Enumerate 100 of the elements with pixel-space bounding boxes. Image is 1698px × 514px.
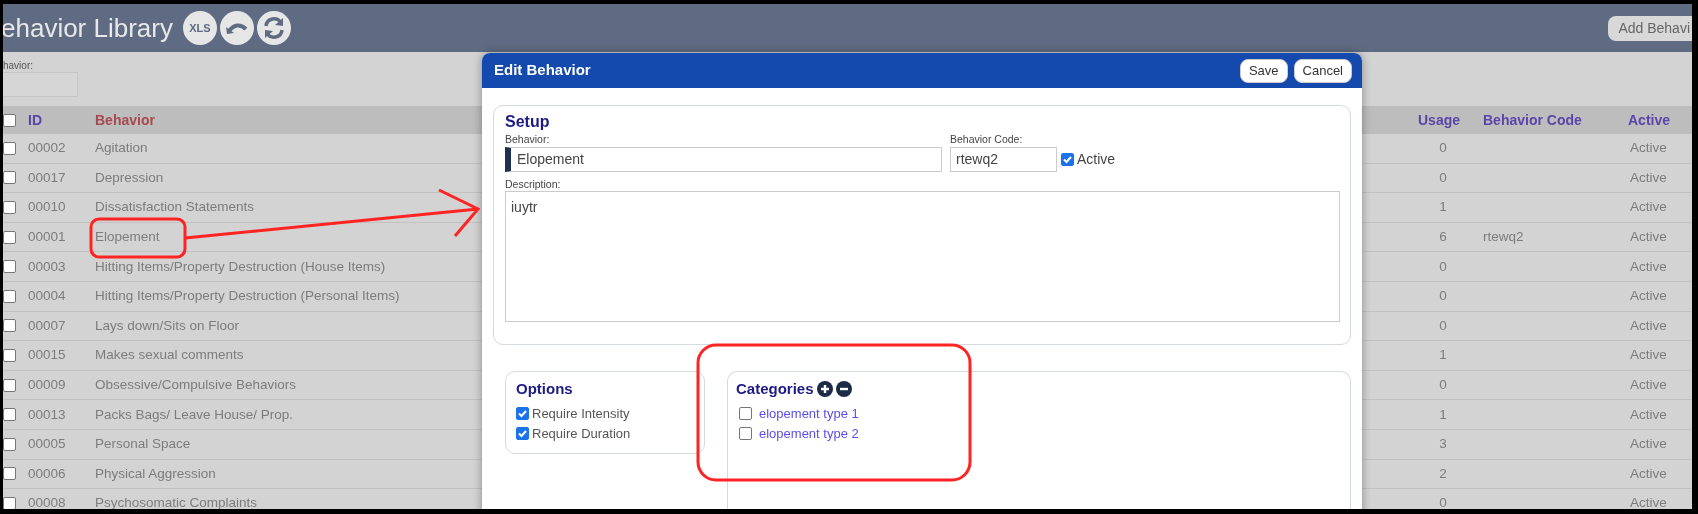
- table-cell-text: Active: [1630, 198, 1667, 217]
- table-cell-text: 00013: [28, 405, 66, 424]
- add-button[interactable]: [816, 381, 833, 398]
- table-cell-text: 00004: [28, 287, 66, 306]
- category-link[interactable]: elopement type 1: [759, 403, 859, 424]
- table-cell-text: 00008: [28, 494, 66, 509]
- table-cell-text: Personal Space: [95, 435, 191, 454]
- table-cell-text: Active: [1630, 227, 1667, 246]
- table-cell-text: Active: [1630, 257, 1667, 276]
- field-label: Description:: [505, 177, 562, 191]
- remove-button[interactable]: [835, 381, 852, 398]
- checkbox[interactable]: [3, 496, 16, 509]
- code-field[interactable]: rtewq2: [950, 147, 1057, 172]
- checkbox[interactable]: [3, 289, 16, 303]
- table-cell-text: 00001: [28, 227, 66, 246]
- table-cell-text: Agitation: [95, 139, 148, 158]
- table-cell-text: Hitting Items/Property Destruction (House Items): [95, 257, 386, 276]
- checkbox-label: Require Duration: [532, 424, 631, 443]
- table-cell-text: 3: [1439, 435, 1447, 454]
- checkbox[interactable]: [739, 427, 752, 440]
- table-cell-text: 0: [1439, 375, 1447, 394]
- minus-icon: [838, 387, 849, 392]
- checkbox[interactable]: [3, 348, 16, 362]
- table-cell-text: Makes sexual comments: [95, 346, 244, 365]
- checkbox[interactable]: [1061, 153, 1074, 166]
- table-cell-text: 1: [1439, 405, 1447, 424]
- refresh-button[interactable]: [257, 11, 291, 45]
- table-cell-text: 0: [1439, 168, 1447, 187]
- checkbox[interactable]: [3, 378, 16, 392]
- plus-icon: [819, 384, 830, 395]
- save-button[interactable]: Save: [1239, 58, 1288, 83]
- table-cell-text: 00005: [28, 435, 66, 454]
- table-cell-text: Active: [1630, 405, 1667, 424]
- table-cell-text: 1: [1439, 346, 1447, 365]
- table-cell-text: Active: [1630, 346, 1667, 365]
- checkbox-label: Require Intensity: [532, 404, 630, 423]
- checkbox[interactable]: [3, 230, 16, 244]
- checkbox[interactable]: [3, 113, 16, 127]
- table-cell-text: Active: [1630, 435, 1667, 454]
- table-cell-text: Dissatisfaction Statements: [95, 198, 255, 217]
- section-title: Setup: [505, 112, 551, 132]
- section-title: Categories: [736, 379, 814, 399]
- table-cell-text: Packs Bags/ Leave House/ Prop.: [95, 405, 294, 424]
- table-cell-text: Active: [1630, 494, 1667, 509]
- table-cell-text: 00010: [28, 198, 66, 217]
- cancel-button[interactable]: Cancel: [1293, 58, 1352, 83]
- table-cell-text: 0: [1439, 287, 1447, 306]
- table-cell-text: Lays down/Sits on Floor: [95, 316, 240, 335]
- table-cell-text: 0: [1439, 139, 1447, 158]
- checkbox[interactable]: [3, 437, 16, 451]
- checkbox[interactable]: [3, 260, 16, 274]
- table-cell-text: 0: [1439, 257, 1447, 276]
- table-cell-text: 00015: [28, 346, 66, 365]
- table-cell-text: Depression: [95, 168, 164, 187]
- category-link[interactable]: elopement type 2: [759, 423, 859, 444]
- export-button[interactable]: XLS: [183, 11, 217, 45]
- checkbox[interactable]: [3, 408, 16, 422]
- column-header[interactable]: ID: [28, 109, 42, 131]
- table-cell-text: Obsessive/Compulsive Behaviors: [95, 375, 297, 394]
- section-title: Options: [516, 379, 574, 399]
- behavior-field[interactable]: Elopement: [505, 147, 942, 172]
- table-cell-text: Physical Aggression: [95, 464, 216, 483]
- table-cell-text: Active: [1630, 168, 1667, 187]
- table-cell-text: rtewq2: [1483, 227, 1524, 246]
- table-cell-text: 00009: [28, 375, 66, 394]
- dialog-title: Edit Behavior: [494, 60, 592, 81]
- checkbox[interactable]: [3, 171, 16, 185]
- checkbox[interactable]: [3, 141, 16, 155]
- table-cell-text: 1: [1439, 198, 1447, 217]
- checkbox-label: Active: [1077, 150, 1116, 169]
- refresh-icon: [261, 15, 287, 41]
- filter-label: havior:: [3, 59, 33, 72]
- checkbox[interactable]: [516, 407, 529, 420]
- checkbox[interactable]: [516, 427, 529, 440]
- column-header[interactable]: Behavior: [95, 109, 155, 131]
- table-cell-text: Hitting Items/Property Destruction (Personal Items): [95, 287, 400, 306]
- table-cell-text: 00017: [28, 168, 66, 187]
- column-header[interactable]: Usage: [1418, 109, 1461, 131]
- table-cell-text: 2: [1439, 464, 1447, 483]
- table-cell-text: 00002: [28, 139, 66, 158]
- table-cell-text: Active: [1630, 464, 1667, 483]
- checkbox[interactable]: [3, 201, 16, 214]
- description-field[interactable]: iuytr: [505, 191, 1340, 322]
- checkbox[interactable]: [739, 407, 752, 420]
- field-label: Behavior:: [505, 132, 551, 147]
- column-header[interactable]: Active: [1608, 109, 1671, 131]
- table-cell-text: 00007: [28, 316, 66, 335]
- checkbox[interactable]: [3, 319, 16, 333]
- filter-field[interactable]: [3, 72, 78, 97]
- checkbox[interactable]: [3, 467, 16, 481]
- add-behavior-button[interactable]: Add Behavi: [1608, 15, 1692, 41]
- table-cell-text: 0: [1439, 494, 1447, 509]
- table-cell-text: Active: [1630, 287, 1667, 306]
- table-cell-text: Elopement: [95, 227, 160, 246]
- column-header[interactable]: Behavior Code: [1468, 109, 1582, 131]
- field-label: Behavior Code:: [950, 132, 1024, 147]
- table-cell-text: Active: [1630, 139, 1667, 158]
- table-cell-text: 00003: [28, 257, 66, 276]
- table-cell-text: 6: [1439, 227, 1447, 246]
- undo-button[interactable]: [220, 11, 254, 45]
